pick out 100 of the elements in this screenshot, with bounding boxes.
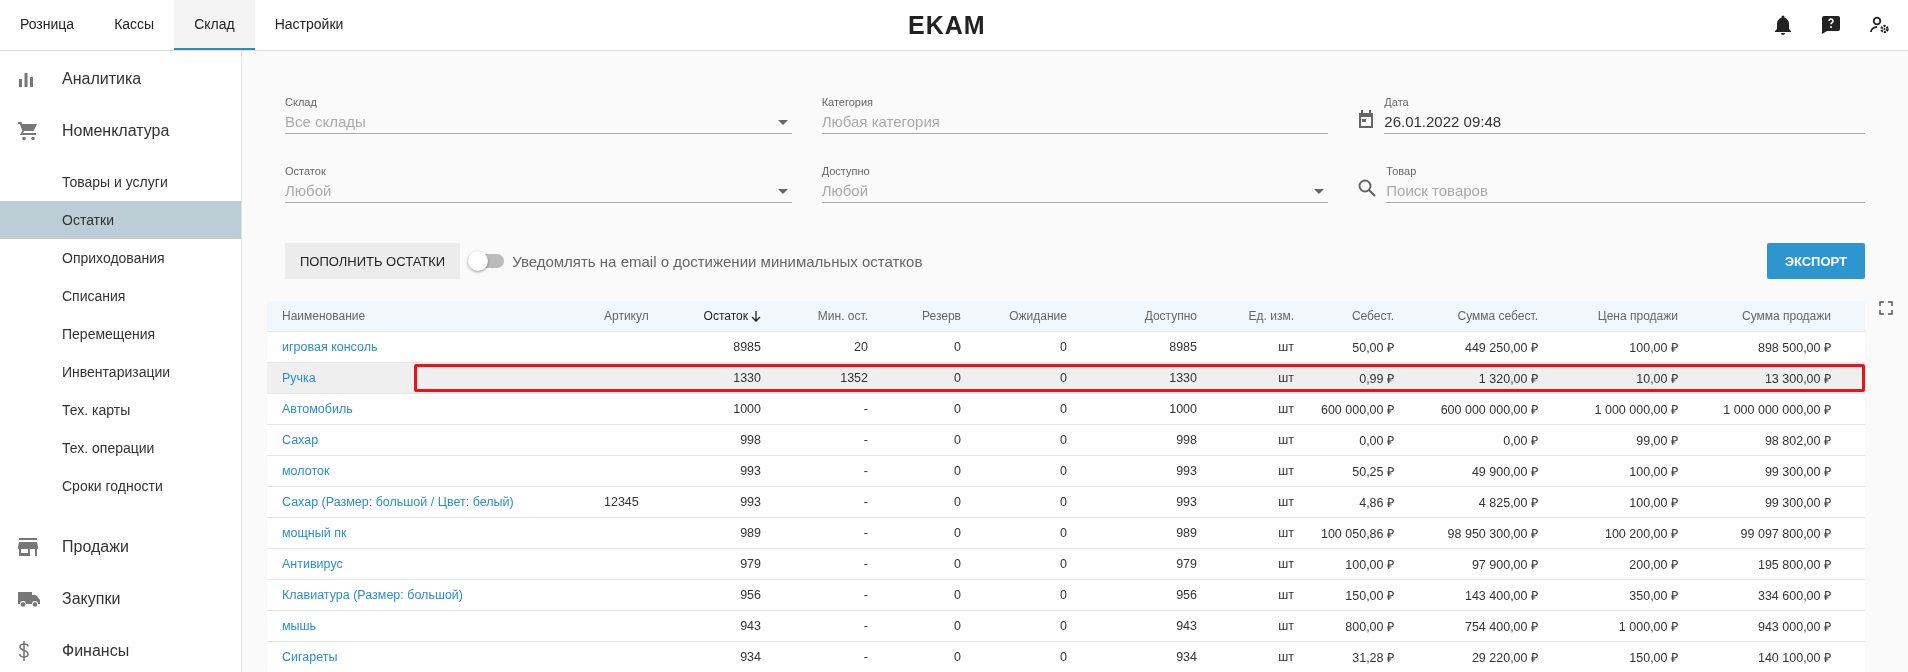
nav-tab[interactable]: Розница <box>0 0 95 50</box>
product-link[interactable]: Клавиатура (Размер: большой) <box>282 588 604 602</box>
product-link[interactable]: молоток <box>282 464 604 478</box>
table-cell-text: 100,00 ₽ <box>1628 494 1678 511</box>
input-field[interactable]: Любой <box>821 178 1329 203</box>
sidebar-subitem[interactable]: Остатки <box>0 201 241 239</box>
table-cell-text: 0 <box>953 619 961 633</box>
table-row[interactable]: мощный пк 989 - 0 0 989 шт 100 050,86 ₽ 98 950 300,00 ₽ 100 200,00 ₽ 99 097 800,00 ₽ <box>267 518 1865 549</box>
sidebar-item[interactable]: Закупки <box>0 575 241 623</box>
product-link[interactable]: мощный пк <box>282 526 604 540</box>
column-header[interactable]: Наименование <box>282 309 604 323</box>
table-row[interactable]: Сахар 998 - 0 0 998 шт 0,00 ₽ 0,00 ₽ 99,00 ₽ 98 802,00 ₽ <box>267 425 1865 456</box>
column-header[interactable]: Мин. ост. <box>761 309 868 323</box>
sidebar-item[interactable]: Финансы <box>0 627 241 672</box>
product-link[interactable]: Автомобиль <box>282 402 604 416</box>
sidebar-subitem[interactable]: Товары и услуги <box>0 163 241 201</box>
table-row[interactable]: молоток 993 - 0 0 993 шт 50,25 ₽ 49 900,00 ₽ 100,00 ₽ 99 300,00 ₽ <box>267 456 1865 487</box>
sidebar-item[interactable]: Аналитика <box>0 55 241 103</box>
column-header[interactable]: Цена продажи <box>1538 309 1678 323</box>
table-cell-text: 99 097 800,00 ₽ <box>1739 525 1831 542</box>
nav-tab[interactable]: Кассы <box>94 0 175 50</box>
nav-tab[interactable]: Настройки <box>254 0 364 50</box>
dropdown-caret-icon[interactable] <box>777 120 788 125</box>
column-header[interactable]: Ожидание <box>961 309 1067 323</box>
table-cell-text: шт <box>1277 433 1294 447</box>
table-row[interactable]: мышь 943 - 0 0 943 шт 800,00 ₽ 754 400,00 ₽ 1 000,00 ₽ 943 000,00 ₽ <box>267 611 1865 642</box>
fullscreen-icon[interactable] <box>1879 301 1893 315</box>
table-cell-text: 195 800,00 ₽ <box>1756 556 1831 573</box>
column-header[interactable]: Сумма продажи <box>1678 309 1831 323</box>
table-cell-text: 0 <box>1059 402 1067 416</box>
table-cell-text: 140 100,00 ₽ <box>1756 649 1831 666</box>
table-cell-text: шт <box>1277 340 1294 354</box>
table-row[interactable]: Автомобиль 1000 - 0 0 1000 шт 600 000,00 ₽ 600 000 000,00 ₽ 1 000 000,00 ₽ 1 000 000 000,00 ₽ <box>267 394 1865 425</box>
table-cell-text: - <box>862 433 868 447</box>
table-row[interactable]: Клавиатура (Размер: большой) 956 - 0 0 956 шт 150,00 ₽ 143 400,00 ₽ 350,00 ₽ 334 600,00 ₽ <box>267 580 1865 611</box>
table-cell-text: 0 <box>953 340 961 354</box>
sidebar-subitem[interactable]: Списания <box>0 277 241 315</box>
table-row[interactable]: Сигареты 934 - 0 0 934 шт 31,28 ₽ 29 220,00 ₽ 150,00 ₽ 140 100,00 ₽ <box>267 642 1865 672</box>
refill-button[interactable]: ПОПОЛНИТЬ ОСТАТКИ <box>285 243 461 279</box>
input-field[interactable]: Любая категория <box>821 109 1329 134</box>
toggle-switch[interactable] <box>470 254 505 268</box>
sidebar-subitem[interactable]: Инвентаризации <box>0 353 241 391</box>
user-settings-icon[interactable] <box>1870 16 1890 34</box>
table-cell-text: 998 <box>739 433 761 447</box>
table-cell-text: 956 <box>1175 588 1197 602</box>
table-cell-text: 0 <box>1059 619 1067 633</box>
table-cell-text: 0 <box>953 433 961 447</box>
table-cell-text: - <box>862 464 868 478</box>
table-cell-text: 99 300,00 ₽ <box>1763 463 1831 480</box>
sidebar-item[interactable]: Продажи <box>0 523 241 571</box>
table-cell-text: 150,00 ₽ <box>1344 587 1394 604</box>
table-cell-text: 50,00 ₽ <box>1351 339 1394 356</box>
table-cell-text: 200,00 ₽ <box>1628 556 1678 573</box>
input-field[interactable]: Любой <box>285 178 792 203</box>
column-header[interactable]: Доступно <box>1067 309 1197 323</box>
help-icon[interactable] <box>1822 16 1840 34</box>
table-cell-text: 993 <box>739 464 761 478</box>
table-cell-text: 989 <box>739 526 761 540</box>
table-cell-text: 600 000,00 ₽ <box>1319 401 1394 418</box>
table-cell-text: 754 400,00 ₽ <box>1463 618 1538 635</box>
table-cell-text: 100 200,00 ₽ <box>1603 525 1678 542</box>
product-link[interactable]: мышь <box>282 619 604 633</box>
input-field[interactable]: 26.01.2022 09:48 <box>1384 109 1865 134</box>
table-cell-text: шт <box>1277 619 1294 633</box>
product-link[interactable]: Сигареты <box>282 650 604 664</box>
table-cell-text: 100,00 ₽ <box>1344 556 1394 573</box>
table-cell-text: 1330 <box>732 371 761 385</box>
table-cell-text: 1 000,00 ₽ <box>1617 618 1678 635</box>
table-cell-text: 1 000 000 000,00 ₽ <box>1722 401 1831 418</box>
column-header[interactable]: Артикул <box>604 309 700 323</box>
sidebar-subitem[interactable]: Перемещения <box>0 315 241 353</box>
sidebar-subitem[interactable]: Тех. карты <box>0 391 241 429</box>
table-cell-text: 49 900,00 ₽ <box>1470 463 1538 480</box>
table-cell-text: 8985 <box>1168 340 1197 354</box>
table-cell-text: 998 <box>1175 433 1197 447</box>
table-cell-text: 0 <box>1059 433 1067 447</box>
column-header[interactable]: Ед. изм. <box>1197 309 1294 323</box>
column-header[interactable]: Резерв <box>868 309 961 323</box>
table-row[interactable]: Сахар (Размер: большой / Цвет: белый) 12345 993 - 0 0 993 шт 4,86 ₽ 4 825,00 ₽ 100,00 ₽ 99 300,00 ₽ <box>267 487 1865 518</box>
sidebar-subitem[interactable]: Оприходования <box>0 239 241 277</box>
sidebar-item[interactable]: Номенклатура <box>0 107 241 155</box>
nav-tab[interactable]: Склад <box>174 0 255 50</box>
column-header[interactable]: Себест. <box>1294 309 1394 323</box>
sidebar-subitem[interactable]: Сроки годности <box>0 467 241 505</box>
table-row[interactable]: Антивирус 979 - 0 0 979 шт 100,00 ₽ 97 900,00 ₽ 200,00 ₽ 195 800,00 ₽ <box>267 549 1865 580</box>
table-cell-text: 979 <box>739 557 761 571</box>
sidebar-subitem[interactable]: Тех. операции <box>0 429 241 467</box>
input-field[interactable]: Все склады <box>285 109 792 134</box>
input-field[interactable]: Поиск товаров <box>1386 178 1865 203</box>
column-header[interactable]: Сумма себест. <box>1394 309 1538 323</box>
table-cell-text: 934 <box>739 650 761 664</box>
product-link[interactable]: Сахар <box>282 433 604 447</box>
table-row[interactable]: Ручка 1330 1352 0 0 1330 шт 0,99 ₽ 1 320,00 ₽ 10,00 ₽ 13 300,00 ₽ <box>267 363 1865 394</box>
dropdown-caret-icon[interactable] <box>1314 189 1325 194</box>
product-link[interactable]: игровая консоль <box>282 340 604 354</box>
product-link[interactable]: Сахар (Размер: большой / Цвет: белый) <box>282 495 604 509</box>
dropdown-caret-icon[interactable] <box>777 189 788 194</box>
bell-icon[interactable] <box>1774 15 1792 35</box>
column-header[interactable]: Остаток <box>700 309 761 323</box>
product-link[interactable]: Антивирус <box>282 557 604 571</box>
